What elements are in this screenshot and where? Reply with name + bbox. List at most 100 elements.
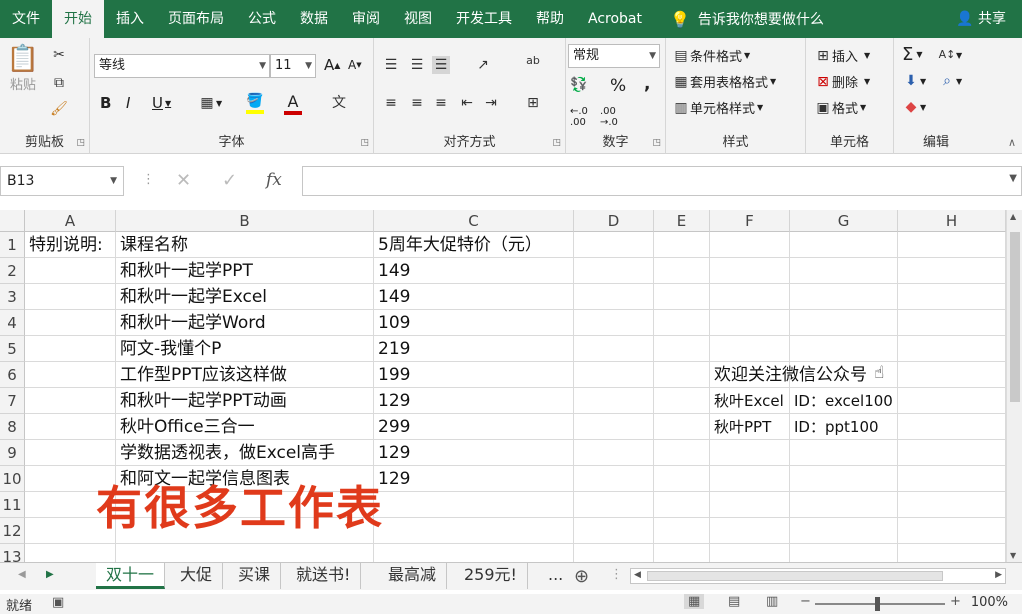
expand-formula-icon[interactable]: ▼ [1009, 173, 1017, 184]
normal-view-icon[interactable]: ▦ [684, 594, 705, 609]
cell-h9[interactable] [898, 440, 1006, 466]
macro-record-icon[interactable]: ▣ [52, 595, 64, 610]
column-header-d[interactable]: D [574, 210, 654, 232]
align-center-button[interactable]: ≡ [408, 94, 426, 112]
row-header-5[interactable]: 5 [0, 336, 25, 362]
cell-d7[interactable] [574, 388, 654, 414]
tab-review[interactable]: 审阅 [340, 0, 392, 38]
select-all-corner[interactable] [0, 210, 25, 232]
cell-g4[interactable] [790, 310, 898, 336]
dialog-launcher-icon[interactable]: ◳ [76, 138, 85, 148]
wrap-text-button[interactable]: ab [524, 52, 542, 70]
autosum-button[interactable]: Σ ▼ [902, 44, 923, 65]
cell-d3[interactable] [574, 284, 654, 310]
percent-button[interactable]: % [610, 76, 626, 96]
cell-g11[interactable] [790, 492, 898, 518]
align-right-button[interactable]: ≡ [432, 94, 450, 112]
cell-h12[interactable] [898, 518, 1006, 544]
cell-b6[interactable]: 工作型PPT应该这样做 [116, 362, 374, 388]
insert-function-icon[interactable]: fx [266, 170, 282, 190]
row-header-4[interactable]: 4 [0, 310, 25, 336]
fill-color-button[interactable]: 🪣 [246, 92, 264, 114]
row-header-6[interactable]: 6 [0, 362, 25, 388]
share-button[interactable]: 👤 共享 [956, 0, 1006, 38]
enter-icon[interactable]: ✓ [222, 170, 237, 191]
cell-g7[interactable]: ID：excel100 [790, 388, 898, 414]
cell-e9[interactable] [654, 440, 710, 466]
dialog-launcher-icon[interactable]: ◳ [552, 138, 561, 148]
borders-button[interactable]: ▦ ▼ [198, 94, 222, 112]
zoom-in-icon[interactable]: + [950, 594, 961, 609]
cell-h2[interactable] [898, 258, 1006, 284]
scroll-down-icon[interactable]: ▼ [1010, 551, 1016, 560]
sheet-tab-zuigaojian[interactable]: 最高减 [378, 563, 448, 589]
row-header-12[interactable]: 12 [0, 518, 25, 544]
format-cells-button[interactable]: ▣ 格式 ▼ [814, 98, 866, 118]
next-sheet-icon[interactable]: ▶ [46, 569, 54, 580]
zoom-slider-knob[interactable] [875, 597, 880, 611]
cell-c3[interactable]: 149 [374, 284, 574, 310]
conditional-formatting-button[interactable]: ▤ 条件格式 ▼ [672, 46, 750, 66]
cell-d1[interactable] [574, 232, 654, 258]
tab-formulas[interactable]: 公式 [236, 0, 288, 38]
underline-button[interactable]: U ▼ [152, 94, 171, 112]
cell-h4[interactable] [898, 310, 1006, 336]
sheet-tab-shuangshiyi[interactable]: 双十一 [96, 563, 166, 589]
italic-button[interactable]: I [126, 94, 130, 112]
vertical-scroll-thumb[interactable] [1010, 232, 1020, 402]
find-select-button[interactable]: ⌕ ▼ [938, 72, 962, 90]
cell-styles-button[interactable]: ▥ 单元格样式 ▼ [672, 98, 763, 118]
cell-g1[interactable] [790, 232, 898, 258]
more-sheets-button[interactable]: ... [538, 563, 573, 589]
cell-e2[interactable] [654, 258, 710, 284]
sheet-tab-dacu[interactable]: 大促 [170, 563, 224, 589]
cell-d5[interactable] [574, 336, 654, 362]
tab-view[interactable]: 视图 [392, 0, 444, 38]
orientation-button[interactable]: ↗ [474, 56, 492, 74]
cell-e5[interactable] [654, 336, 710, 362]
cell-d4[interactable] [574, 310, 654, 336]
copy-button[interactable]: ⧉ [50, 74, 68, 92]
cell-d10[interactable] [574, 466, 654, 492]
cell-f5[interactable] [710, 336, 790, 362]
tab-insert[interactable]: 插入 [104, 0, 156, 38]
delete-cells-button[interactable]: ⊠ 删除 ▼ [814, 72, 870, 92]
tab-help[interactable]: 帮助 [524, 0, 576, 38]
increase-indent-button[interactable]: ⇥ [482, 94, 500, 112]
sheet-tab-259[interactable]: 259元! [454, 563, 528, 589]
cell-g5[interactable] [790, 336, 898, 362]
cell-f10[interactable] [710, 466, 790, 492]
cell-c13[interactable] [374, 544, 574, 562]
align-middle-button[interactable]: ☰ [408, 56, 426, 74]
cell-e10[interactable] [654, 466, 710, 492]
cell-g3[interactable] [790, 284, 898, 310]
cell-d8[interactable] [574, 414, 654, 440]
cell-b3[interactable]: 和秋叶一起学Excel [116, 284, 374, 310]
cell-e6[interactable] [654, 362, 710, 388]
cell-h8[interactable] [898, 414, 1006, 440]
cell-d12[interactable] [574, 518, 654, 544]
cell-h1[interactable] [898, 232, 1006, 258]
cell-b7[interactable]: 和秋叶一起学PPT动画 [116, 388, 374, 414]
cell-d2[interactable] [574, 258, 654, 284]
cell-e11[interactable] [654, 492, 710, 518]
merge-center-button[interactable]: ⊞ [524, 94, 542, 112]
cell-b5[interactable]: 阿文-我懂个P [116, 336, 374, 362]
cell-g10[interactable] [790, 466, 898, 492]
collapse-ribbon-icon[interactable]: ∧ [1008, 136, 1016, 149]
cell-a7[interactable] [25, 388, 116, 414]
cell-a8[interactable] [25, 414, 116, 440]
font-size-select[interactable]: 11 ▼ [270, 54, 316, 78]
phonetic-button[interactable]: 文 [330, 94, 348, 112]
cell-e1[interactable] [654, 232, 710, 258]
zoom-level[interactable]: 100% [971, 595, 1008, 610]
zoom-out-icon[interactable]: − [800, 594, 811, 609]
scroll-left-icon[interactable]: ◀ [634, 570, 641, 580]
fill-button[interactable]: ⬇ ▼ [902, 72, 926, 90]
tab-home[interactable]: 开始 [52, 0, 104, 38]
cell-f8[interactable]: 秋叶PPT [710, 414, 790, 440]
cell-c6[interactable]: 199 [374, 362, 574, 388]
cell-g13[interactable] [790, 544, 898, 562]
column-header-a[interactable]: A [25, 210, 116, 232]
paste-button[interactable]: 📋 粘贴 [6, 44, 40, 93]
